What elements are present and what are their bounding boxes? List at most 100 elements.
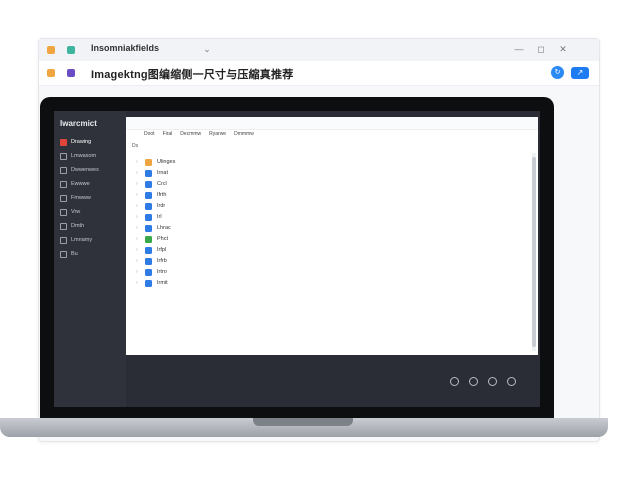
gear-icon [60, 208, 67, 216]
list-item[interactable]: › Crcl [136, 179, 167, 189]
list-item[interactable]: › Lhrac [136, 223, 171, 233]
app-icon [67, 46, 75, 54]
menu-item[interactable]: Doot [144, 131, 155, 137]
file-name: Irl [157, 214, 162, 220]
taskbar-icons [450, 377, 516, 386]
list-item[interactable]: › Ulinges [136, 157, 175, 167]
image-icon [60, 138, 67, 146]
file-name: Irfrb [157, 258, 167, 264]
list-item[interactable]: › Irdr [136, 201, 165, 211]
file-icon [145, 257, 152, 265]
tab-bar: Insomniakfields ⌄ — ◻ ✕ [39, 39, 599, 62]
list-item[interactable]: › Phct [136, 234, 168, 244]
menu-item[interactable]: Decmmw [180, 131, 201, 137]
file-name: Irtro [157, 269, 167, 275]
share-button[interactable]: ↗ [571, 67, 589, 79]
info-icon[interactable] [450, 377, 459, 386]
file-icon [145, 191, 152, 199]
home-icon[interactable] [67, 63, 75, 83]
list-item[interactable]: › Irl [136, 212, 162, 222]
file-name: Irdr [157, 203, 166, 209]
sidebar-item-label: Lmnamy [71, 237, 93, 243]
file-name: Crcl [157, 181, 167, 187]
file-name: Ifrth [157, 192, 167, 198]
app-icon [47, 46, 55, 54]
doc-icon [60, 236, 67, 244]
chevron-right-icon[interactable]: › [136, 247, 140, 253]
sidebar: Iwarcmict Drawing Lmwaxom Dwwenwes Ewwwe… [54, 111, 126, 407]
minimize-button[interactable]: — [513, 43, 525, 55]
sidebar-item[interactable]: Vrw [60, 207, 80, 217]
sidebar-item-label: Bu [71, 251, 78, 257]
file-name: Lhrac [157, 225, 171, 231]
sidebar-item-drawing[interactable]: Drawing [60, 137, 91, 147]
chevron-right-icon[interactable]: › [136, 214, 140, 220]
list-item[interactable]: › Irmit [136, 278, 168, 288]
explorer-menu: Doot Firal Decmmw Ryarwe Dmmmw [126, 129, 538, 139]
sidebar-item[interactable]: Dwwenwes [60, 165, 99, 175]
sidebar-item-label: Drawing [71, 139, 92, 145]
sidebar-item[interactable]: Ewwwe [60, 179, 90, 189]
chevron-right-icon[interactable]: › [136, 192, 140, 198]
chevron-right-icon[interactable]: › [136, 280, 140, 286]
file-name: Irnat [157, 170, 169, 176]
grid-icon [60, 250, 67, 258]
file-name: Phct [157, 236, 169, 242]
sidebar-item-label: Ewwwe [71, 181, 90, 187]
maximize-button[interactable]: ◻ [535, 43, 547, 55]
sidebar-item[interactable]: Lmwaxom [60, 151, 96, 161]
list-item[interactable]: › Irnat [136, 168, 168, 178]
menu-item[interactable]: Dmmmw [234, 131, 254, 137]
clock-icon [60, 222, 67, 230]
doc-icon [60, 180, 67, 188]
scrollbar-thumb[interactable] [532, 157, 536, 347]
sidebar-item[interactable]: Dmth [60, 221, 84, 231]
tab-favicon-1[interactable] [47, 39, 55, 61]
file-icon [145, 180, 152, 188]
clock-icon[interactable] [469, 377, 478, 386]
chevron-right-icon[interactable]: › [136, 225, 140, 231]
list-item[interactable]: › Irfpl [136, 245, 166, 255]
back-icon[interactable] [47, 63, 55, 83]
chevron-right-icon[interactable]: › [136, 203, 140, 209]
folder-icon[interactable] [488, 377, 497, 386]
sidebar-item[interactable]: Fmwww [60, 193, 91, 203]
explorer-path[interactable]: Ds [132, 143, 138, 149]
chevron-down-icon[interactable]: ⌄ [201, 43, 213, 55]
chevron-right-icon[interactable]: › [136, 236, 140, 242]
list-item[interactable]: › Irfrb [136, 256, 167, 266]
folder-icon [145, 158, 152, 166]
close-button[interactable]: ✕ [557, 43, 569, 55]
chevron-right-icon[interactable]: › [136, 159, 140, 165]
list-item[interactable]: › Irtro [136, 267, 167, 277]
sidebar-item[interactable]: Lmnamy [60, 235, 92, 245]
tab-title[interactable]: Insomniakfields [91, 43, 159, 53]
chevron-right-icon[interactable]: › [136, 269, 140, 275]
chevron-right-icon[interactable]: › [136, 181, 140, 187]
chevron-right-icon[interactable]: › [136, 258, 140, 264]
sidebar-item-label: Dwwenwes [71, 167, 99, 173]
file-icon [145, 246, 152, 254]
menu-item[interactable]: Firal [163, 131, 173, 137]
file-icon [145, 169, 152, 177]
doc-icon[interactable] [507, 377, 516, 386]
sidebar-item-label: Fmwww [71, 195, 91, 201]
doc-icon [60, 194, 67, 202]
file-icon [145, 268, 152, 276]
sidebar-item[interactable]: Bu [60, 249, 78, 259]
list-item[interactable]: › Ifrth [136, 190, 166, 200]
sidebar-item-label: Lmwaxom [71, 153, 97, 159]
laptop-screen: Iwarcmict Drawing Lmwaxom Dwwenwes Ewwwe… [40, 97, 554, 419]
file-icon [145, 224, 152, 232]
app-brand: Iwarcmict [60, 119, 97, 128]
address-bar: Imagektng图编缩侧一尺寸与压縮真推荐 ↻ ↗ [39, 61, 599, 86]
refresh-icon[interactable]: ↻ [551, 66, 564, 79]
tab-favicon-2[interactable] [67, 39, 75, 61]
file-explorer: Doot Firal Decmmw Ryarwe Dmmmw Ds › Uling… [126, 117, 538, 355]
file-name: Irmit [157, 280, 168, 286]
grid-icon [60, 166, 67, 174]
menu-item[interactable]: Ryarwe [209, 131, 226, 137]
file-icon [145, 279, 152, 287]
file-name: Irfpl [157, 247, 167, 253]
chevron-right-icon[interactable]: › [136, 170, 140, 176]
